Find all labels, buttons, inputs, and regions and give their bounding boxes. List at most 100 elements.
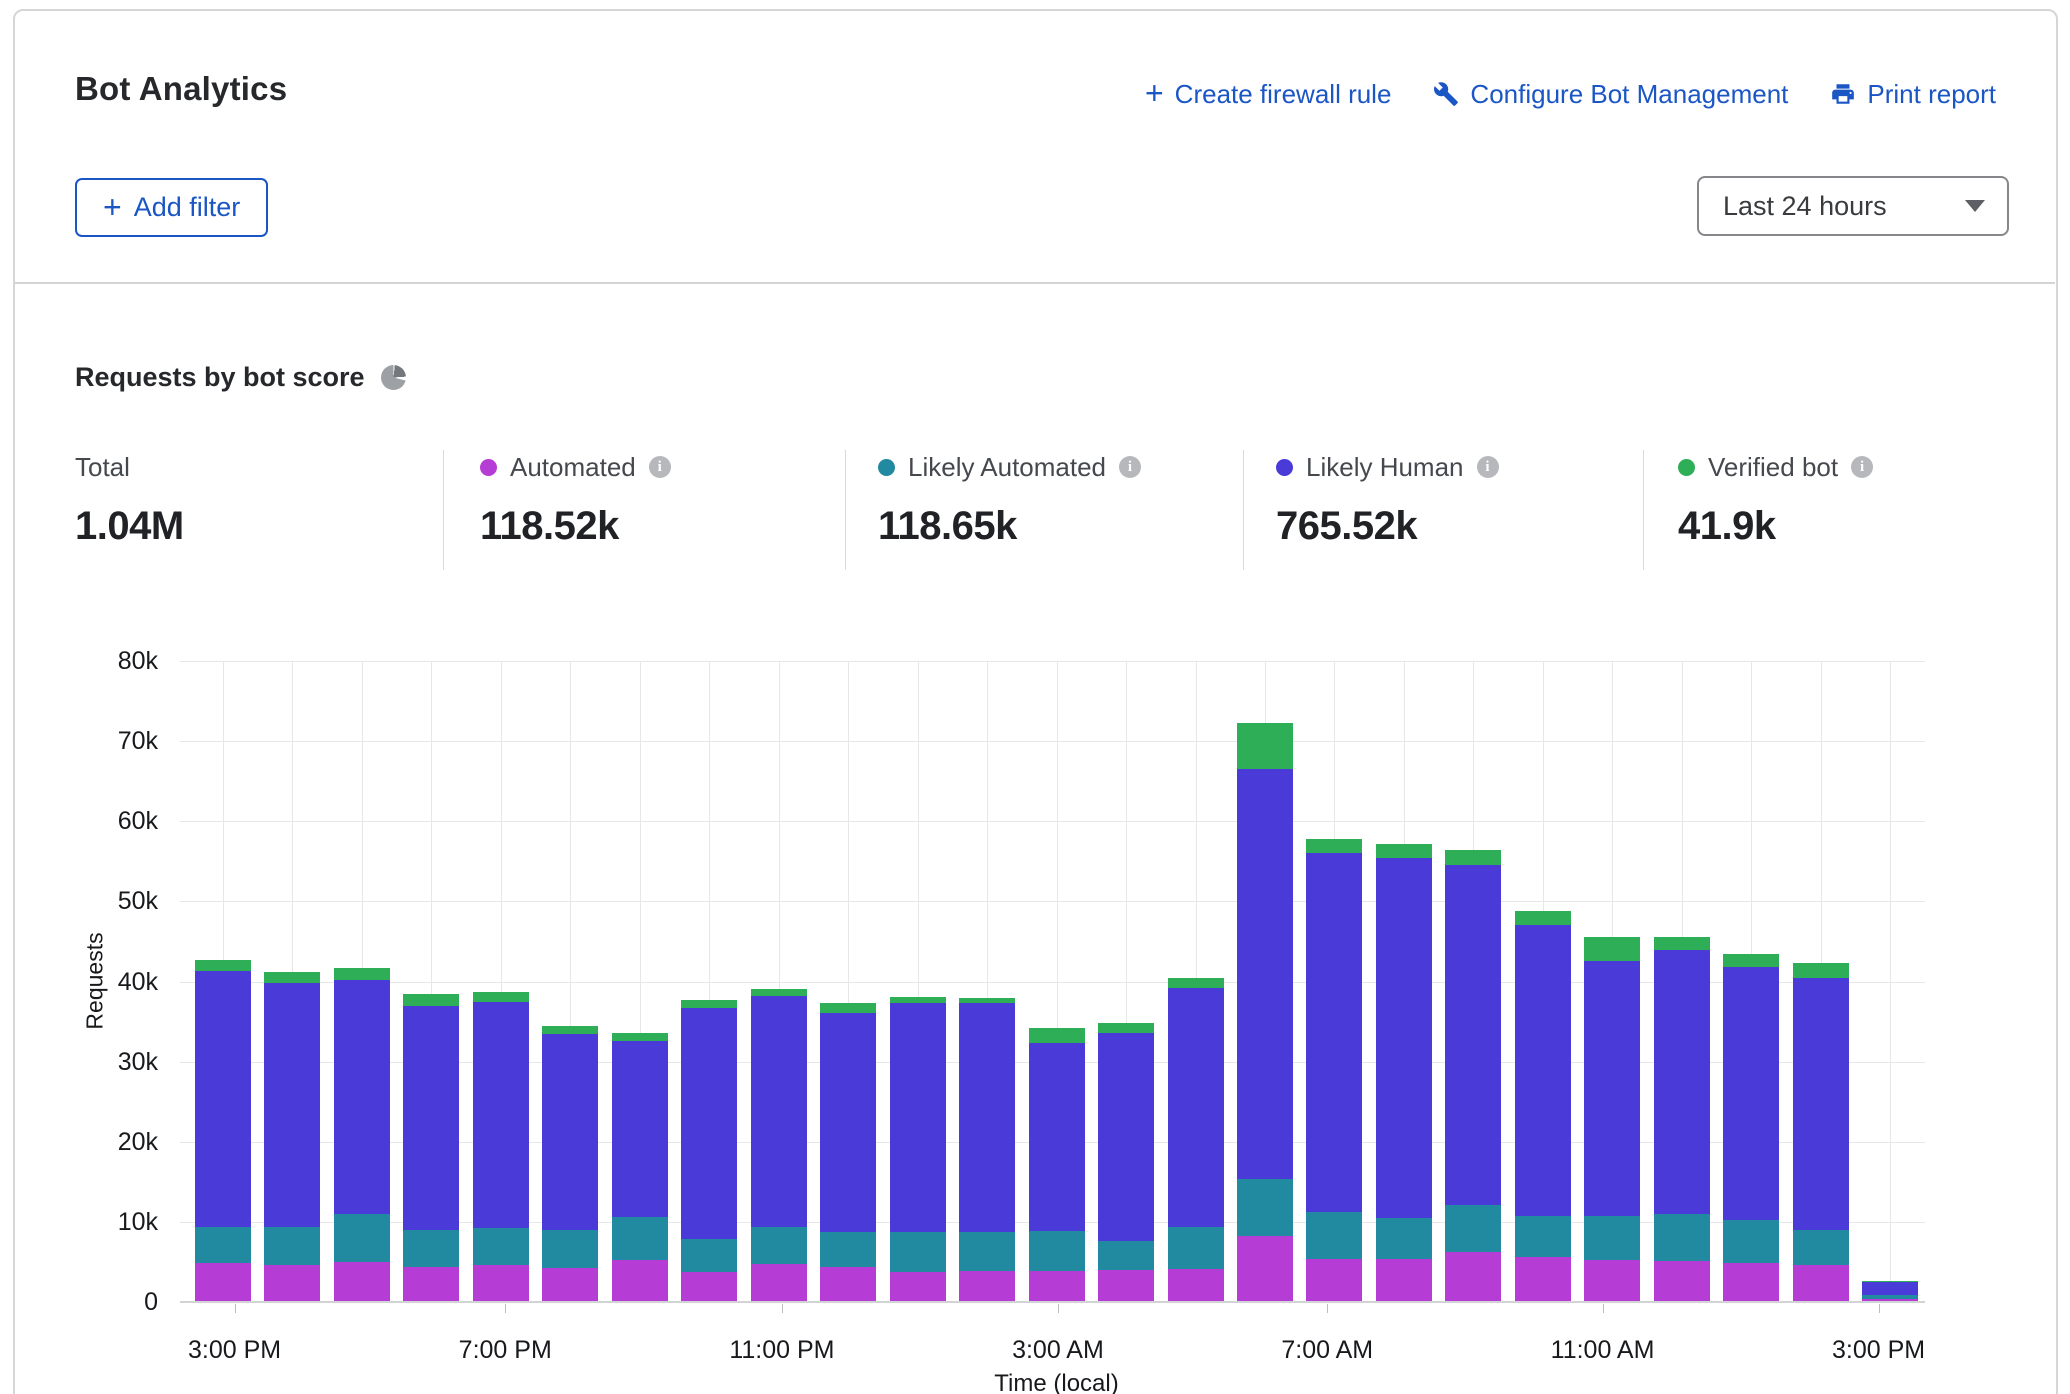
bar-segment-likely-human[interactable]: [1376, 858, 1432, 1218]
bar-segment-likely-human[interactable]: [820, 1013, 876, 1232]
add-filter-button[interactable]: + Add filter: [75, 178, 268, 237]
bar-segment-verified-bot[interactable]: [403, 994, 459, 1006]
bar-segment-likely-human[interactable]: [1515, 925, 1571, 1216]
bar-segment-automated[interactable]: [403, 1267, 459, 1302]
stacked-bar[interactable]: [1515, 661, 1571, 1302]
bar-segment-likely-automated[interactable]: [1237, 1179, 1293, 1236]
bar-segment-automated[interactable]: [959, 1271, 1015, 1302]
bar-segment-likely-automated[interactable]: [1376, 1218, 1432, 1259]
bar-segment-verified-bot[interactable]: [1168, 978, 1224, 988]
time-range-dropdown[interactable]: Last 24 hours: [1697, 176, 2009, 236]
info-icon[interactable]: i: [1477, 456, 1499, 478]
bar-segment-likely-human[interactable]: [1723, 967, 1779, 1220]
bar-segment-automated[interactable]: [195, 1263, 251, 1302]
stacked-bar[interactable]: [890, 661, 946, 1302]
stacked-bar[interactable]: [403, 661, 459, 1302]
bar-segment-likely-automated[interactable]: [681, 1239, 737, 1273]
bar-segment-automated[interactable]: [1376, 1259, 1432, 1302]
bar-segment-verified-bot[interactable]: [1654, 937, 1710, 951]
bar-segment-likely-human[interactable]: [959, 1003, 1015, 1232]
bar-segment-likely-human[interactable]: [612, 1041, 668, 1217]
stacked-bar[interactable]: [334, 661, 390, 1302]
bar-segment-likely-human[interactable]: [1306, 853, 1362, 1213]
bar-segment-automated[interactable]: [681, 1272, 737, 1302]
bar-segment-automated[interactable]: [1515, 1257, 1571, 1302]
bar-segment-verified-bot[interactable]: [1723, 954, 1779, 967]
bar-segment-verified-bot[interactable]: [1793, 963, 1849, 978]
bar-segment-likely-human[interactable]: [1168, 988, 1224, 1227]
bar-segment-automated[interactable]: [1584, 1260, 1640, 1302]
bar-segment-likely-automated[interactable]: [1723, 1220, 1779, 1262]
stacked-bar[interactable]: [1862, 661, 1918, 1302]
bar-segment-automated[interactable]: [612, 1260, 668, 1302]
bar-segment-likely-human[interactable]: [1654, 950, 1710, 1214]
info-icon[interactable]: i: [649, 456, 671, 478]
bar-segment-verified-bot[interactable]: [820, 1003, 876, 1013]
bar-segment-likely-human[interactable]: [403, 1006, 459, 1230]
bar-segment-likely-human[interactable]: [751, 996, 807, 1227]
bar-segment-likely-human[interactable]: [1584, 961, 1640, 1216]
create-firewall-rule-link[interactable]: + Create firewall rule: [1145, 78, 1391, 110]
bar-segment-verified-bot[interactable]: [681, 1000, 737, 1008]
bar-segment-likely-automated[interactable]: [751, 1227, 807, 1265]
stacked-bar[interactable]: [751, 661, 807, 1302]
stacked-bar[interactable]: [1793, 661, 1849, 1302]
bar-segment-likely-automated[interactable]: [264, 1227, 320, 1265]
bar-segment-likely-human[interactable]: [195, 971, 251, 1227]
bar-segment-likely-automated[interactable]: [890, 1232, 946, 1272]
bar-segment-automated[interactable]: [751, 1264, 807, 1302]
bar-segment-automated[interactable]: [1445, 1252, 1501, 1302]
bar-segment-likely-automated[interactable]: [1584, 1216, 1640, 1259]
bar-segment-likely-automated[interactable]: [1029, 1231, 1085, 1271]
bar-segment-likely-human[interactable]: [1029, 1043, 1085, 1230]
bar-segment-likely-human[interactable]: [1445, 865, 1501, 1206]
bar-segment-verified-bot[interactable]: [334, 968, 390, 980]
bar-segment-likely-automated[interactable]: [195, 1227, 251, 1263]
stacked-bar[interactable]: [195, 661, 251, 1302]
bar-segment-automated[interactable]: [1237, 1236, 1293, 1302]
bar-segment-automated[interactable]: [1098, 1270, 1154, 1302]
bar-segment-likely-human[interactable]: [1098, 1033, 1154, 1241]
stacked-bar[interactable]: [1584, 661, 1640, 1302]
bar-segment-verified-bot[interactable]: [1306, 839, 1362, 853]
stacked-bar[interactable]: [264, 661, 320, 1302]
bar-segment-verified-bot[interactable]: [195, 960, 251, 971]
bar-segment-automated[interactable]: [334, 1262, 390, 1302]
bar-segment-verified-bot[interactable]: [473, 992, 529, 1002]
bar-segment-verified-bot[interactable]: [1445, 850, 1501, 864]
bar-segment-verified-bot[interactable]: [1376, 844, 1432, 858]
bar-segment-automated[interactable]: [820, 1267, 876, 1302]
bar-segment-automated[interactable]: [1793, 1265, 1849, 1302]
bar-segment-likely-human[interactable]: [1793, 978, 1849, 1230]
bar-segment-likely-human[interactable]: [334, 980, 390, 1214]
bar-segment-verified-bot[interactable]: [1515, 911, 1571, 925]
stacked-bar[interactable]: [1098, 661, 1154, 1302]
stacked-bar[interactable]: [1376, 661, 1432, 1302]
stacked-bar[interactable]: [959, 661, 1015, 1302]
bar-segment-verified-bot[interactable]: [612, 1033, 668, 1041]
bar-segment-likely-automated[interactable]: [612, 1217, 668, 1260]
bar-segment-likely-automated[interactable]: [1654, 1214, 1710, 1261]
bar-segment-automated[interactable]: [1306, 1259, 1362, 1302]
stacked-bar[interactable]: [473, 661, 529, 1302]
stacked-bar[interactable]: [1237, 661, 1293, 1302]
bar-segment-verified-bot[interactable]: [264, 972, 320, 983]
print-report-link[interactable]: Print report: [1830, 79, 1996, 110]
bar-segment-automated[interactable]: [542, 1268, 598, 1302]
stacked-bar[interactable]: [820, 661, 876, 1302]
bar-segment-likely-automated[interactable]: [1168, 1227, 1224, 1269]
bar-segment-likely-human[interactable]: [890, 1003, 946, 1231]
stacked-bar[interactable]: [681, 661, 737, 1302]
bar-segment-likely-human[interactable]: [681, 1008, 737, 1239]
bar-segment-likely-automated[interactable]: [403, 1230, 459, 1267]
bar-segment-likely-human[interactable]: [1237, 769, 1293, 1179]
stacked-bar[interactable]: [1306, 661, 1362, 1302]
stacked-bar[interactable]: [1723, 661, 1779, 1302]
bar-segment-verified-bot[interactable]: [751, 989, 807, 996]
bar-segment-automated[interactable]: [1723, 1263, 1779, 1302]
bar-segment-likely-automated[interactable]: [1306, 1212, 1362, 1258]
bar-segment-likely-automated[interactable]: [959, 1232, 1015, 1270]
bar-segment-likely-automated[interactable]: [334, 1214, 390, 1262]
bar-segment-likely-automated[interactable]: [542, 1230, 598, 1268]
bar-segment-verified-bot[interactable]: [542, 1026, 598, 1034]
